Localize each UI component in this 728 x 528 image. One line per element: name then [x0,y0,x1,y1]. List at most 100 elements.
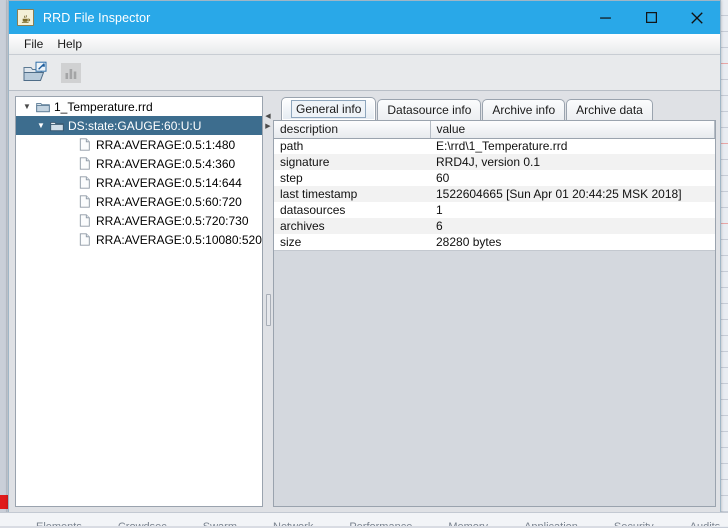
minimize-icon [599,11,612,24]
open-file-button[interactable] [19,58,51,88]
chevron-down-icon[interactable]: ▼ [20,102,34,111]
tree-node-archive[interactable]: ▼ RRA:AVERAGE:0.5:1:480 [16,135,262,154]
cell-value: 6 [430,218,715,234]
maximize-icon [645,11,658,24]
cell-value: RRD4J, version 0.1 [430,154,715,170]
tree-node-label: RRA:AVERAGE:0.5:1:480 [93,138,235,152]
table-row[interactable]: path E:\rrd\1_Temperature.rrd [274,138,715,154]
table-empty-area [274,250,715,506]
graph-button[interactable] [55,58,87,88]
table-row[interactable]: archives 6 [274,218,715,234]
table-header-row: description value [274,121,715,138]
tree-node-datasource[interactable]: ▼ DS:state:GAUGE:60:U:U [16,116,262,135]
tree-node-label: 1_Temperature.rrd [51,100,153,114]
file-icon [76,195,93,208]
divider-collapse-buttons: ◀ ▶ [265,114,270,130]
tree-node-label: RRA:AVERAGE:0.5:14:644 [93,176,242,190]
ghost-item: Security [614,522,654,526]
cell-value: 1 [430,202,715,218]
divider-grip[interactable] [266,294,271,326]
cell-description: path [274,138,430,154]
details-panel: General info Datasource info Archive inf… [273,96,716,507]
cell-value: 28280 bytes [430,234,715,250]
cell-description: step [274,170,430,186]
folder-icon [48,120,65,132]
table-row[interactable]: last timestamp 1522604665 [Sun Apr 01 20… [274,186,715,202]
file-icon [76,157,93,170]
triangle-right-icon[interactable]: ▶ [265,124,270,130]
ghost-item: Application [524,522,578,526]
tree-node-label: RRA:AVERAGE:0.5:60:720 [93,195,242,209]
cell-description: last timestamp [274,186,430,202]
split-pane-divider[interactable]: ◀ ▶ [263,96,273,507]
ghost-item: Crowdsec [118,522,167,526]
table-row[interactable]: signature RRD4J, version 0.1 [274,154,715,170]
rrd-structure-tree[interactable]: ▼ 1_Temperature.rrd ▼ DS:stat [15,96,263,507]
menu-help[interactable]: Help [50,35,89,54]
window-title: RRD File Inspector [43,11,150,25]
tree-node-archive[interactable]: ▼ RRA:AVERAGE:0.5:10080:520 [16,230,262,249]
tab-general-info[interactable]: General info [281,97,376,120]
tab-content-panel: description value path E:\rrd\1_Temperat… [273,120,716,507]
bar-chart-icon [58,61,84,85]
general-info-table-wrapper: description value path E:\rrd\1_Temperat… [274,121,715,250]
toolbar [9,55,720,91]
tab-datasource-info[interactable]: Datasource info [377,99,481,120]
tree-node-rrd-file[interactable]: ▼ 1_Temperature.rrd [16,97,262,116]
tab-label: Archive data [576,103,643,117]
tab-strip: General info Datasource info Archive inf… [273,96,716,120]
table-row[interactable]: datasources 1 [274,202,715,218]
cell-value: 60 [430,170,715,186]
close-icon [690,11,704,25]
tree-node-archive[interactable]: ▼ RRA:AVERAGE:0.5:60:720 [16,192,262,211]
cell-description: archives [274,218,430,234]
tab-archive-data[interactable]: Archive data [566,99,653,120]
cell-description: signature [274,154,430,170]
menu-bar: File Help [9,34,720,55]
cell-description: size [274,234,430,250]
background-taskbar: Elements Crowdsec Swarm Network Performa… [0,512,728,526]
ghost-item: Swarm [203,522,237,526]
tab-label: Datasource info [387,103,471,117]
background-red-indicator [0,495,8,509]
column-header-value[interactable]: value [430,121,715,138]
maximize-button[interactable] [628,1,674,34]
triangle-left-icon[interactable]: ◀ [265,114,270,120]
tree-node-label: RRA:AVERAGE:0.5:10080:520 [93,233,262,247]
ghost-item: Performance [349,522,412,526]
tree-node-archive[interactable]: ▼ RRA:AVERAGE:0.5:4:360 [16,154,262,173]
general-info-table: description value path E:\rrd\1_Temperat… [274,121,715,250]
tree-node-label: RRA:AVERAGE:0.5:4:360 [93,157,235,171]
open-folder-icon [22,61,48,85]
table-row[interactable]: size 28280 bytes [274,234,715,250]
window-controls [582,1,720,34]
chevron-down-icon[interactable]: ▼ [34,121,48,130]
folder-icon [34,101,51,113]
tab-label: Archive info [492,103,555,117]
split-pane: ▼ 1_Temperature.rrd ▼ DS:stat [9,91,720,513]
column-header-description[interactable]: description [274,121,430,138]
background-taskbar-items: Elements Crowdsec Swarm Network Performa… [0,522,728,526]
close-button[interactable] [674,1,720,34]
ghost-item: Network [273,522,313,526]
table-row[interactable]: step 60 [274,170,715,186]
rrd-file-inspector-window: RRD File Inspector File Help [8,0,721,514]
ghost-item: Audits [690,522,721,526]
minimize-button[interactable] [582,1,628,34]
file-icon [76,214,93,227]
java-coffee-cup-icon [17,9,34,26]
tab-archive-info[interactable]: Archive info [482,99,565,120]
file-icon [76,138,93,151]
tree-node-archive[interactable]: ▼ RRA:AVERAGE:0.5:14:644 [16,173,262,192]
ghost-item: Elements [36,522,82,526]
tree-node-label: RRA:AVERAGE:0.5:720:730 [93,214,249,228]
cell-value: E:\rrd\1_Temperature.rrd [430,138,715,154]
cell-description: datasources [274,202,430,218]
file-icon [76,176,93,189]
background-left-strip [0,0,7,526]
ghost-item: Memory [448,522,488,526]
tree-node-archive[interactable]: ▼ RRA:AVERAGE:0.5:720:730 [16,211,262,230]
menu-file[interactable]: File [17,35,50,54]
tab-label: General info [291,100,366,118]
file-icon [76,233,93,246]
